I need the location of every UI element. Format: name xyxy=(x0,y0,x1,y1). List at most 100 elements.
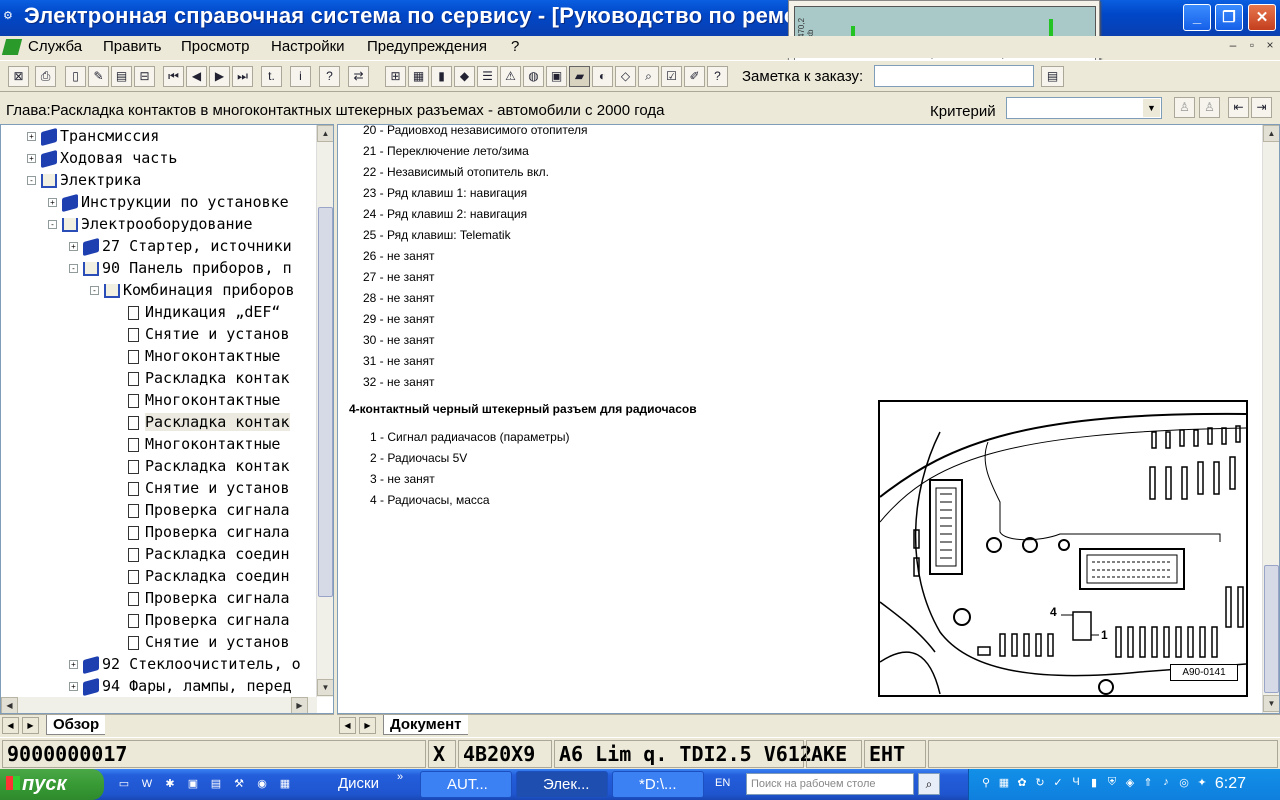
filter-clear-icon[interactable]: ♙ xyxy=(1199,97,1220,118)
firefox-icon[interactable]: ◉ xyxy=(253,775,271,793)
maximize-button[interactable]: ❐ xyxy=(1215,4,1243,31)
scroll-thumb[interactable] xyxy=(318,207,333,597)
mdi-close-button[interactable]: × xyxy=(1262,38,1278,54)
globe-icon[interactable]: ◍ xyxy=(523,66,544,87)
task-d-drive[interactable]: *D:\... xyxy=(612,771,704,798)
up-level-icon[interactable]: t. xyxy=(261,66,282,87)
expand-icon[interactable]: + xyxy=(69,242,78,251)
edit-doc-icon[interactable]: ✎ xyxy=(88,66,109,87)
document-view[interactable]: 20 - Радиовход независимого отопителя 21 … xyxy=(337,124,1280,714)
collapse-icon[interactable]: - xyxy=(48,220,57,229)
menu-view[interactable]: Просмотр xyxy=(181,38,250,55)
app-icon[interactable]: ⚙ xyxy=(3,9,19,25)
tree-item[interactable]: + Трансмиссия xyxy=(27,125,159,147)
tree-item[interactable]: - Электрооборудование xyxy=(48,213,253,235)
language-indicator[interactable]: EN xyxy=(715,777,730,789)
scroll-left-icon[interactable]: ◀ xyxy=(1,697,18,713)
last-page-icon[interactable]: ⏭ xyxy=(232,66,253,87)
menu-help[interactable]: ? xyxy=(511,38,519,55)
tree-vertical-scrollbar[interactable]: ▲ ▼ xyxy=(316,125,333,697)
task-aut[interactable]: AUT... xyxy=(420,771,512,798)
next-page-icon[interactable]: ▶ xyxy=(209,66,230,87)
new-doc-icon[interactable]: ▯ xyxy=(65,66,86,87)
scroll-down-icon[interactable]: ▼ xyxy=(317,679,333,696)
vehicle-icon[interactable]: ◐ xyxy=(592,66,613,87)
chevron-right-icon[interactable]: » xyxy=(397,771,403,783)
mdi-restore-button[interactable]: ▫ xyxy=(1244,38,1260,54)
speaker-icon[interactable]: ♪ xyxy=(1159,776,1173,790)
tree-item[interactable]: Проверка сигнала xyxy=(111,587,290,609)
filter-icon[interactable]: ♙ xyxy=(1174,97,1195,118)
expand-icon[interactable]: + xyxy=(69,682,78,691)
menu-settings[interactable]: Настройки xyxy=(271,38,345,55)
tree-item[interactable]: Снятие и установ xyxy=(111,631,290,653)
scroll-down-icon[interactable]: ▼ xyxy=(1263,695,1279,712)
menu-service[interactable]: Служба xyxy=(28,38,82,55)
car-icon[interactable]: ⊟ xyxy=(134,66,155,87)
chevron-down-icon[interactable]: ▼ xyxy=(1143,99,1160,117)
expand-icon[interactable]: + xyxy=(69,660,78,669)
question-doc-icon[interactable]: ? xyxy=(707,66,728,87)
book-icon[interactable]: ▮ xyxy=(431,66,452,87)
tools-icon[interactable]: ⚒ xyxy=(230,775,248,793)
task-elek[interactable]: Элек... xyxy=(516,771,608,798)
tree-item[interactable]: +94 Фары, лампы, перед xyxy=(69,675,292,697)
check-tray-icon[interactable]: ✓ xyxy=(1051,776,1065,790)
info-icon[interactable]: i xyxy=(290,66,311,87)
menu-edit[interactable]: Править xyxy=(103,38,162,55)
save-disk-icon[interactable]: ▣ xyxy=(184,775,202,793)
desktop-search-input[interactable]: Поиск на рабочем столе xyxy=(746,773,914,795)
navigation-tree[interactable]: + Трансмиссия + Ходовая часть - Электрика + Инс… xyxy=(0,124,334,714)
calculator-icon[interactable]: ▦ xyxy=(276,775,294,793)
antivirus-tray-icon[interactable]: ◈ xyxy=(1123,776,1137,790)
notes-icon[interactable]: ▤ xyxy=(111,66,132,87)
expand-icon[interactable]: + xyxy=(48,198,57,207)
tree-item[interactable]: Раскладка соедин xyxy=(111,543,290,565)
shield-tray-icon[interactable]: ⛨ xyxy=(1105,776,1119,790)
swap-icon[interactable]: ⇄ xyxy=(348,66,369,87)
scroll-right-icon[interactable]: ▶ xyxy=(291,697,308,713)
tree-item[interactable]: Проверка сигнала xyxy=(111,521,290,543)
tree-item[interactable]: Многоконтактные xyxy=(111,433,280,455)
tree-item[interactable]: +27 Стартер, источники xyxy=(69,235,292,257)
warning-icon[interactable]: ⚠ xyxy=(500,66,521,87)
expand-icon[interactable]: + xyxy=(27,154,36,163)
tree-item[interactable]: + Ходовая часть xyxy=(27,147,177,169)
tree-item[interactable]: Многоконтактные xyxy=(111,345,280,367)
order-note-field[interactable] xyxy=(874,65,1034,87)
checklist-icon[interactable]: ☑ xyxy=(661,66,682,87)
tree-item[interactable]: Раскладка контак xyxy=(111,455,290,477)
tree-item[interactable]: - Комбинация приборов xyxy=(90,279,295,301)
tree-item[interactable]: Раскладка контак xyxy=(111,411,290,433)
scroll-up-icon[interactable]: ▲ xyxy=(1263,125,1279,142)
display-tray-icon[interactable]: ▦ xyxy=(997,776,1011,790)
word-icon[interactable]: W xyxy=(138,775,156,793)
collapse-icon[interactable]: - xyxy=(69,264,78,273)
help-icon[interactable]: ? xyxy=(319,66,340,87)
doc-vertical-scrollbar[interactable]: ▲ ▼ xyxy=(1262,125,1279,713)
close-button[interactable]: ✕ xyxy=(1248,4,1276,31)
search-icon[interactable]: ⌕ xyxy=(918,773,940,795)
tree-item[interactable]: Раскладка соедин xyxy=(111,565,290,587)
flower-tray-icon[interactable]: ✿ xyxy=(1015,776,1029,790)
print-icon[interactable]: ⎙ xyxy=(35,66,56,87)
bulb-tray-icon[interactable]: ✦ xyxy=(1195,776,1209,790)
tree-item[interactable]: Индикация „dEF“ xyxy=(111,301,280,323)
calendar-icon[interactable]: ▤ xyxy=(207,775,225,793)
tab-prev-icon[interactable]: ◀ xyxy=(2,717,19,734)
app-icon-red[interactable]: ✱ xyxy=(161,775,179,793)
order-note-button[interactable]: ▤ xyxy=(1041,66,1064,87)
tree-item[interactable]: + Инструкции по установке xyxy=(48,191,289,213)
exit-icon[interactable]: ⊠ xyxy=(8,66,29,87)
jump-right-icon[interactable]: ⇥ xyxy=(1251,97,1272,118)
tree-icon[interactable]: ⊞ xyxy=(385,66,406,87)
network-tray-icon[interactable]: ⚲ xyxy=(979,776,993,790)
minimize-button[interactable]: _ xyxy=(1183,4,1211,31)
tab-prev-icon[interactable]: ◀ xyxy=(339,717,356,734)
tree-item[interactable]: Снятие и установ xyxy=(111,477,290,499)
tab-overview[interactable]: Обзор xyxy=(46,715,106,735)
tab-document[interactable]: Документ xyxy=(383,715,468,735)
remove-hardware-icon[interactable]: ⇑ xyxy=(1141,776,1155,790)
menu-warnings[interactable]: Предупреждения xyxy=(367,38,487,55)
tab-next-icon[interactable]: ▶ xyxy=(359,717,376,734)
